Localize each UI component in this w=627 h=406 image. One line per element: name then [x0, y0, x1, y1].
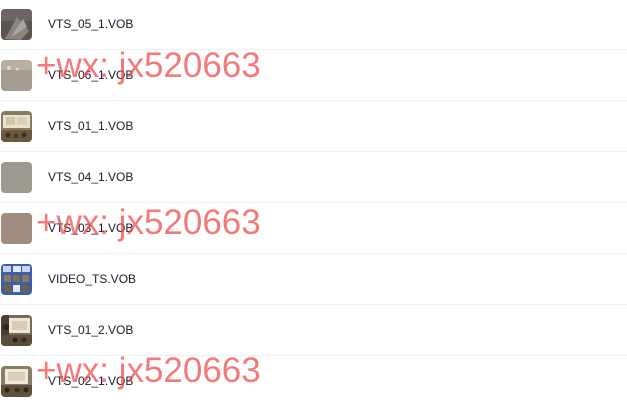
- file-name[interactable]: VTS_05_1.VOB: [48, 17, 133, 31]
- file-name[interactable]: VTS_01_1.VOB: [48, 119, 133, 133]
- video-thumbnail[interactable]: [1, 162, 32, 193]
- file-row[interactable]: VTS_05_1.VOB: [0, 0, 627, 50]
- video-thumbnail[interactable]: [1, 315, 32, 346]
- file-name[interactable]: VTS_03_1.VOB: [48, 221, 133, 235]
- file-row[interactable]: VTS_03_1.VOB: [0, 204, 627, 254]
- file-row[interactable]: VTS_01_1.VOB: [0, 102, 627, 152]
- video-thumbnail[interactable]: [1, 264, 32, 295]
- file-row[interactable]: VTS_04_1.VOB: [0, 153, 627, 203]
- video-thumbnail[interactable]: [1, 60, 32, 91]
- file-row[interactable]: VTS_02_1.VOB: [0, 357, 627, 406]
- file-row[interactable]: VTS_01_2.VOB: [0, 306, 627, 356]
- video-thumbnail[interactable]: [1, 9, 32, 40]
- file-row[interactable]: VIDEO_TS.VOB: [0, 255, 627, 305]
- video-thumbnail[interactable]: [1, 366, 32, 397]
- file-name[interactable]: VTS_02_1.VOB: [48, 374, 133, 388]
- file-name[interactable]: VTS_04_1.VOB: [48, 170, 133, 184]
- file-row[interactable]: VTS_06_1.VOB: [0, 51, 627, 101]
- video-thumbnail[interactable]: [1, 213, 32, 244]
- file-name[interactable]: VTS_01_2.VOB: [48, 323, 133, 337]
- file-list: VTS_05_1.VOB VTS_06_1.VOB VTS_01_1.VOB V…: [0, 0, 627, 406]
- video-thumbnail[interactable]: [1, 111, 32, 142]
- file-name[interactable]: VTS_06_1.VOB: [48, 68, 133, 82]
- file-name[interactable]: VIDEO_TS.VOB: [48, 272, 136, 286]
